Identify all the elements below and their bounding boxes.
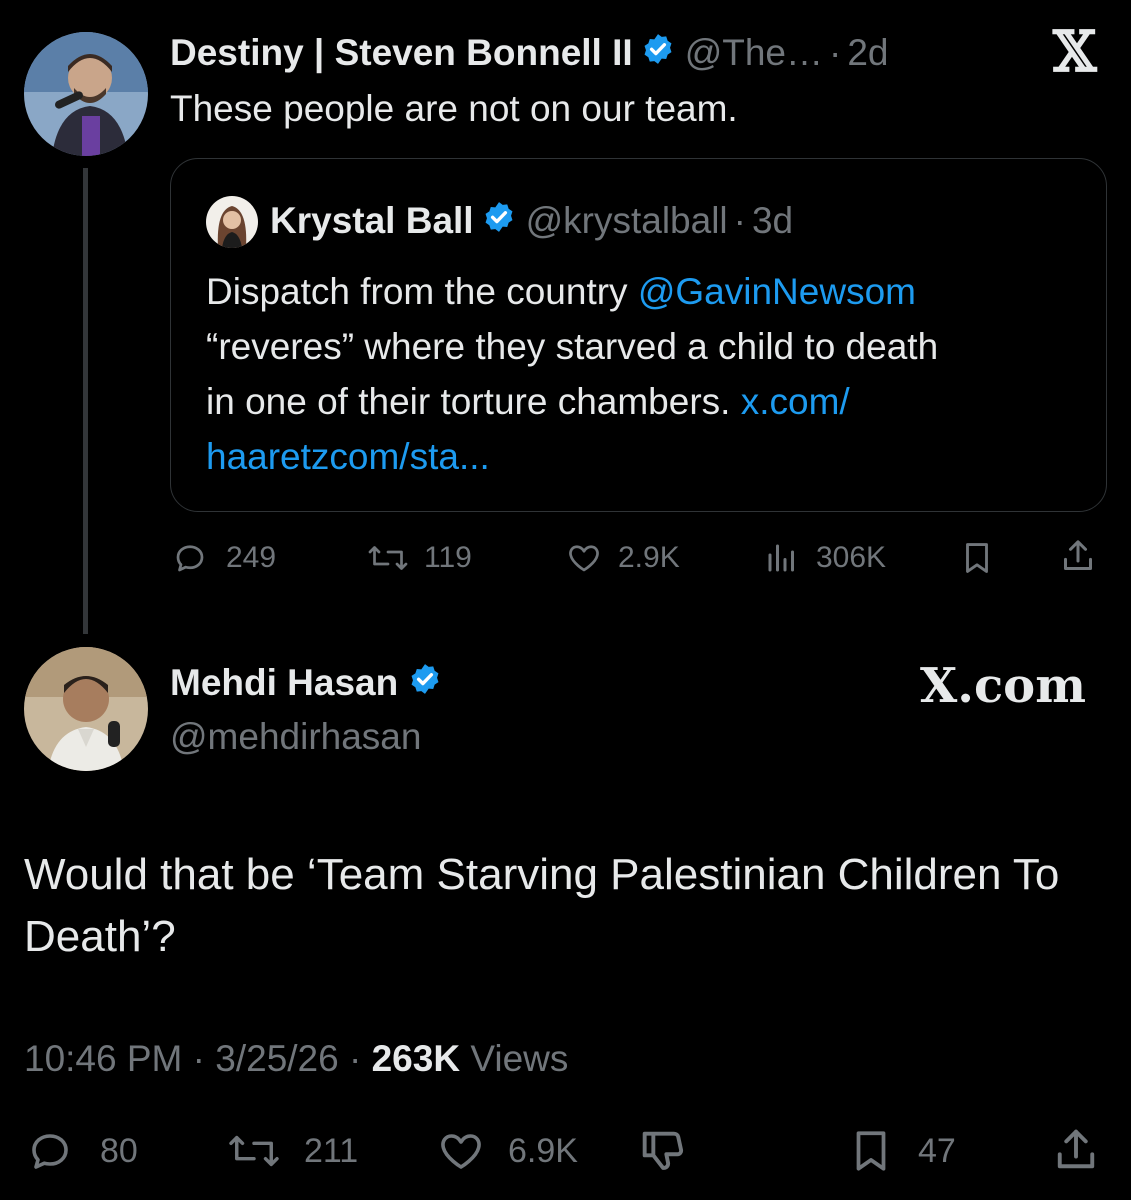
reply-text: These people are not on our team.: [170, 88, 738, 129]
bookmark-icon: [958, 539, 996, 577]
repost-count: 211: [304, 1131, 359, 1170]
separator-dot: ·: [733, 200, 746, 241]
main-tweet-text: Would that be ‘Team Starving Palestinian…: [24, 850, 1060, 961]
like-count: 2.9K: [618, 541, 680, 574]
quoted-header: Krystal Ball @krystalball · 3d: [270, 198, 793, 244]
main-author: Mehdi Hasan: [170, 660, 442, 706]
tweet-time[interactable]: 2d: [847, 32, 888, 74]
url-link[interactable]: x.com/: [741, 381, 850, 422]
dislike-icon: [636, 1125, 688, 1177]
author-name[interactable]: Destiny | Steven Bonnell II: [170, 32, 633, 74]
verified-icon: [482, 200, 516, 243]
like-action[interactable]: 6.9K: [434, 1128, 578, 1174]
reply-count: 80: [100, 1131, 138, 1170]
reply-icon: [26, 1127, 74, 1175]
views-count: 306K: [816, 541, 887, 574]
share-button[interactable]: [1050, 1124, 1102, 1176]
brand-watermark: X.com: [920, 658, 1086, 714]
author-name[interactable]: Mehdi Hasan: [170, 662, 398, 704]
quoted-text-part: in one of their torture chambers.: [206, 381, 741, 422]
bookmark-button[interactable]: [958, 538, 996, 578]
reply-action[interactable]: 249: [172, 538, 276, 578]
views-icon: [764, 540, 800, 576]
quoted-author-handle[interactable]: @krystalball: [526, 200, 728, 242]
views-count[interactable]: 263K: [372, 1038, 460, 1079]
destiny-avatar[interactable]: [24, 32, 148, 156]
repost-icon: [366, 540, 410, 576]
reply-action[interactable]: 80: [26, 1128, 138, 1174]
mehdi-avatar[interactable]: [24, 647, 148, 771]
reply-count: 249: [226, 541, 277, 574]
share-icon: [1050, 1124, 1102, 1176]
like-count: 6.9K: [508, 1131, 578, 1170]
share-icon: [1058, 536, 1098, 576]
author-handle[interactable]: @The…: [685, 32, 823, 74]
mention-link[interactable]: @GavinNewsom: [638, 271, 916, 312]
verified-icon: [408, 662, 442, 705]
separator-dot: ·: [829, 32, 842, 73]
tweet-time[interactable]: 10:46 PM: [24, 1038, 182, 1079]
repost-icon: [226, 1128, 282, 1174]
krystal-avatar[interactable]: [206, 196, 258, 248]
thread-line: [83, 168, 88, 634]
views-label: Views: [470, 1038, 569, 1079]
separator-dot: ·: [192, 1038, 216, 1079]
quoted-text: Dispatch from the country @GavinNewsom “…: [206, 264, 938, 484]
author-handle[interactable]: @mehdirhasan: [170, 714, 421, 760]
repost-action[interactable]: 119: [366, 538, 472, 578]
reply-header: Destiny | Steven Bonnell II @The… · 2d: [170, 30, 889, 76]
quoted-time[interactable]: 3d: [752, 200, 793, 242]
like-icon: [564, 540, 604, 576]
x-logo-icon: 𝕏: [1053, 19, 1097, 85]
quoted-text-part: “reveres” where they starved a child to …: [206, 326, 939, 367]
quoted-author-name[interactable]: Krystal Ball: [270, 200, 474, 242]
dislike-button[interactable]: [636, 1126, 688, 1176]
like-icon: [434, 1127, 488, 1175]
separator-dot: ·: [349, 1038, 372, 1079]
bookmark-action[interactable]: 47: [846, 1126, 956, 1176]
verified-icon: [641, 32, 675, 75]
bookmark-count: 47: [918, 1131, 956, 1170]
views-action[interactable]: 306K: [764, 538, 886, 578]
reply-icon: [172, 540, 208, 576]
repost-action[interactable]: 211: [226, 1128, 358, 1174]
quoted-text-part: Dispatch from the country: [206, 271, 638, 312]
share-button[interactable]: [1058, 536, 1098, 576]
bookmark-icon: [846, 1126, 896, 1176]
like-action[interactable]: 2.9K: [564, 538, 680, 578]
url-link[interactable]: haaretzcom/sta...: [206, 429, 938, 484]
tweet-date[interactable]: 3/25/26: [215, 1038, 338, 1079]
tweet-meta: 10:46 PM · 3/25/26 · 263K Views: [24, 1036, 568, 1082]
repost-count: 119: [424, 541, 472, 574]
